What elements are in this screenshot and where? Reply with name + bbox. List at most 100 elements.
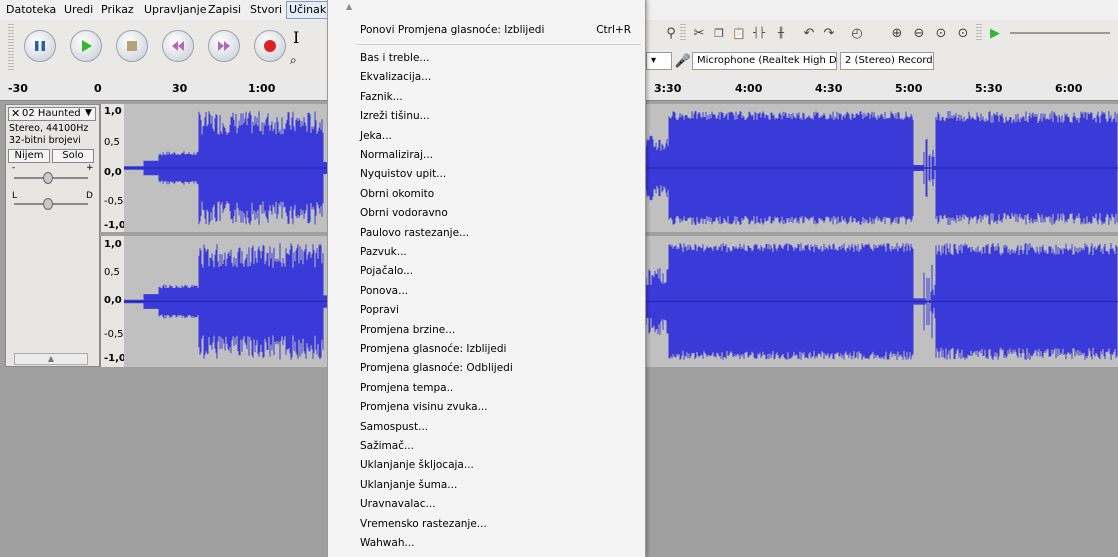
scale-label: 1,0 — [104, 239, 122, 250]
play-speed-slider[interactable] — [1010, 32, 1110, 34]
channels-select[interactable]: 2 (Stereo) Record ▾ — [840, 52, 934, 70]
menu-item-effect[interactable]: Promjena tempa.. — [360, 382, 453, 394]
microphone-icon: 🎤 — [674, 53, 692, 69]
menu-item-effect[interactable]: Promjena brzine... — [360, 324, 455, 336]
record-button[interactable] — [254, 30, 286, 62]
chevron-down-icon[interactable]: ▼ — [85, 108, 92, 118]
menu-prikaz[interactable]: Prikaz — [101, 2, 134, 18]
skip-end-button[interactable] — [208, 30, 240, 62]
menu-item-effect[interactable]: Sažimač... — [360, 440, 414, 452]
solo-button[interactable]: Solo — [52, 149, 94, 163]
zoom-out-icon[interactable]: ⊖ — [910, 24, 928, 42]
menu-item-effect[interactable]: Uklanjanje šuma... — [360, 479, 457, 491]
menu-item-effect[interactable]: Pojačalo... — [360, 265, 413, 277]
sync-lock-icon[interactable]: ◴ — [848, 24, 866, 42]
menu-item-effect[interactable]: Vremensko rastezanje... — [360, 518, 487, 530]
menu-item-effect[interactable]: Wahwah... — [360, 537, 415, 549]
ruler-label: 5:30 — [975, 82, 1003, 95]
ruler-label: 3:30 — [654, 82, 682, 95]
selection-tool-icon[interactable]: I — [293, 28, 299, 47]
menu-item-effect[interactable]: Paulovo rastezanje... — [360, 227, 469, 239]
menu-zapisi[interactable]: Zapisi — [208, 2, 241, 18]
draw-tool-icon[interactable]: ⚲ — [662, 24, 680, 42]
menu-item-effect[interactable]: Ekvalizacija... — [360, 71, 431, 83]
scale-label: 0,5 — [104, 267, 120, 278]
menu-item-effect[interactable]: Obrni vodoravno — [360, 207, 448, 219]
menu-item-effect[interactable]: Samospust... — [360, 421, 428, 433]
track-control-panel: ✕ 02 Haunted ▼ Stereo, 44100Hz 32-bitni … — [5, 104, 100, 367]
pan-right-label: D — [86, 191, 93, 201]
skip-start-button[interactable] — [162, 30, 194, 62]
close-icon[interactable]: ✕ — [11, 107, 20, 120]
edit-toolbar-grip[interactable] — [680, 24, 686, 42]
gain-minus-label: - — [12, 163, 16, 173]
pan-slider-thumb[interactable] — [43, 198, 53, 210]
pause-button[interactable] — [24, 30, 56, 62]
skip-start-icon — [172, 41, 184, 51]
effect-menu: ▲ Ponovi Promjena glasnoće: Izblijedi Ct… — [327, 0, 646, 557]
play-at-speed-icon[interactable]: ▶ — [986, 24, 1004, 42]
menu-uredi[interactable]: Uredi — [64, 2, 93, 18]
collapse-track-button[interactable]: ▲ — [14, 353, 88, 365]
paste-icon[interactable]: 📋 — [730, 24, 748, 42]
fit-project-icon[interactable]: ⊙ — [954, 24, 972, 42]
repeat-shortcut: Ctrl+R — [596, 24, 631, 36]
menu-ucinak[interactable]: Učinak — [286, 1, 330, 19]
zoom-tool-icon[interactable]: ⌕ — [290, 53, 297, 68]
menu-item-effect[interactable]: Promjena visinu zvuka... — [360, 401, 488, 413]
menu-item-effect[interactable]: Izreži tišinu... — [360, 110, 430, 122]
menu-item-effect[interactable]: Obrni okomito — [360, 188, 434, 200]
menu-item-effect[interactable]: Faznik... — [360, 91, 403, 103]
scale-label: 0,0 — [104, 167, 122, 178]
menu-item-effect[interactable]: Promjena glasnoće: Izblijedi — [360, 343, 506, 355]
fit-selection-icon[interactable]: ⊙ — [932, 24, 950, 42]
menu-item-effect[interactable]: Bas i treble... — [360, 52, 429, 64]
menu-item-effect[interactable]: Nyquistov upit... — [360, 168, 446, 180]
toolbar-grip[interactable] — [8, 24, 14, 72]
ruler-label: 30 — [172, 82, 188, 95]
ruler-label: 4:00 — [735, 82, 763, 95]
menu-item-effect[interactable]: Uravnavalac... — [360, 498, 436, 510]
stop-icon — [127, 41, 137, 51]
track-format: Stereo, 44100Hz — [9, 123, 89, 134]
ruler-label: 0 — [94, 82, 102, 95]
track-bits: 32-bitni brojevi — [9, 135, 81, 146]
menu-item-effect[interactable]: Popravi — [360, 304, 399, 316]
gain-slider-thumb[interactable] — [43, 172, 53, 184]
amplitude-scale-left: 1,0 0,5 0,0 -0,5 -1,0 — [100, 104, 126, 232]
channels-label: 2 (Stereo) Record — [845, 55, 933, 66]
scroll-up-icon[interactable]: ▲ — [346, 2, 352, 11]
scale-label: -0,5 — [104, 196, 124, 207]
play-at-speed-grip[interactable] — [976, 24, 982, 42]
silence-icon[interactable]: ╫ — [772, 24, 790, 42]
input-device-select[interactable]: Microphone (Realtek High Defi ▾ — [692, 52, 837, 70]
play-button[interactable] — [70, 30, 102, 62]
scale-label: -1,0 — [104, 220, 126, 231]
undo-icon[interactable]: ↶ — [800, 24, 818, 42]
pause-icon — [35, 41, 45, 51]
mute-button[interactable]: Nijem — [8, 149, 50, 163]
menu-item-effect[interactable]: Uklanjanje škljocaja... — [360, 459, 474, 471]
copy-icon[interactable]: ❐ — [710, 24, 728, 42]
host-select-tail[interactable]: ▾ — [646, 52, 672, 70]
menu-item-effect[interactable]: Jeka... — [360, 130, 392, 142]
input-device-label: Microphone (Realtek High Defi — [697, 55, 837, 66]
redo-icon[interactable]: ↷ — [820, 24, 838, 42]
scale-label: -1,0 — [104, 353, 126, 364]
menu-item-effect[interactable]: Normaliziraj... — [360, 149, 433, 161]
cut-icon[interactable]: ✂ — [690, 24, 708, 42]
menu-stvori[interactable]: Stvori — [250, 2, 282, 18]
menu-item-effect[interactable]: Promjena glasnoće: Odblijedi — [360, 362, 513, 374]
menu-item-repeat[interactable]: Ponovi Promjena glasnoće: Izblijedi — [360, 24, 544, 36]
stop-button[interactable] — [116, 30, 148, 62]
menu-separator — [356, 44, 641, 45]
play-icon — [82, 40, 92, 52]
menu-item-effect[interactable]: Ponova... — [360, 285, 408, 297]
menu-datoteka[interactable]: Datoteka — [6, 2, 56, 18]
menu-upravljanje[interactable]: Upravljanje — [144, 2, 206, 18]
track-name-bar[interactable]: ✕ 02 Haunted ▼ — [8, 107, 96, 121]
trim-icon[interactable]: ┤├ — [750, 24, 768, 42]
zoom-in-icon[interactable]: ⊕ — [888, 24, 906, 42]
menu-item-effect[interactable]: Pazvuk... — [360, 246, 407, 258]
ruler-label: 5:00 — [895, 82, 923, 95]
